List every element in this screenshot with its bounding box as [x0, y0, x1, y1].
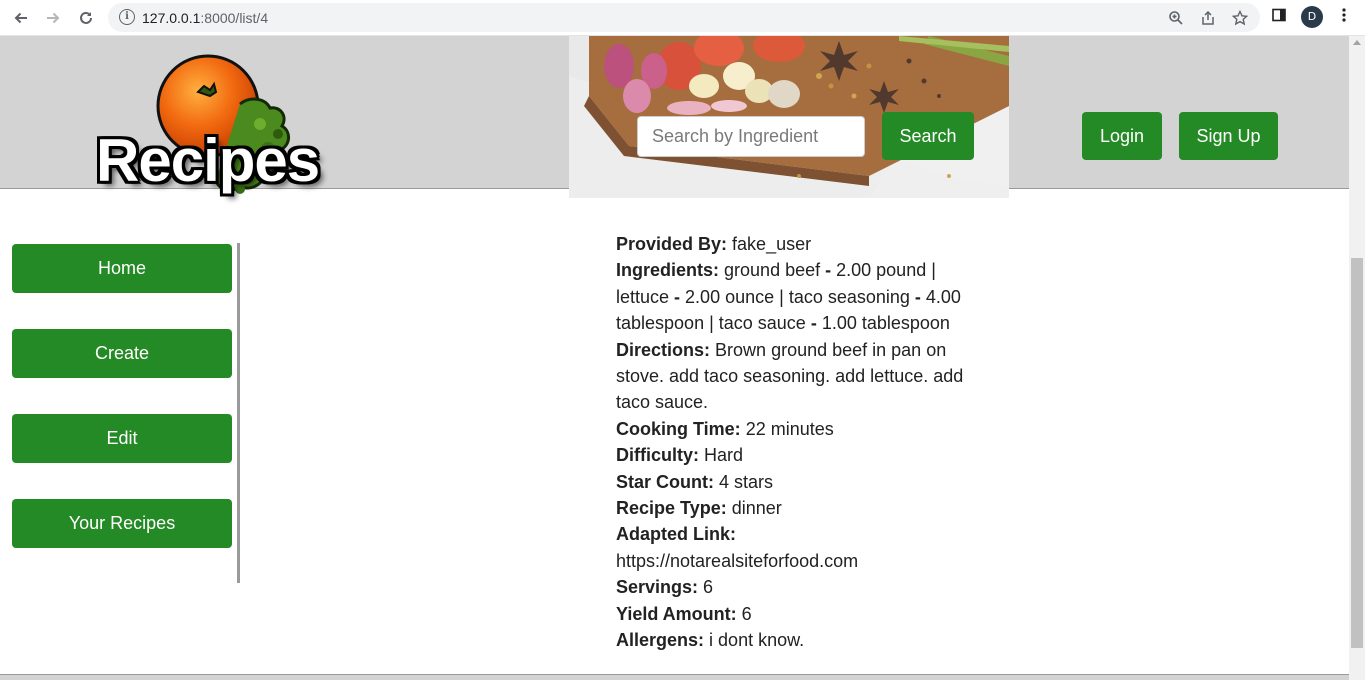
directions-row: Directions: Brown ground beef in pan on …	[616, 337, 966, 416]
difficulty-label: Difficulty:	[616, 445, 699, 466]
star-count-label: Star Count:	[616, 471, 714, 492]
profile-avatar[interactable]: D	[1301, 6, 1323, 28]
sidebar-home-button[interactable]: Home	[12, 244, 232, 293]
login-button[interactable]: Login	[1082, 112, 1162, 160]
side-panel-icon[interactable]	[1270, 6, 1288, 24]
sidebar-edit-button[interactable]: Edit	[12, 414, 232, 463]
difficulty-value: Hard	[704, 445, 744, 466]
star-count-row: Star Count: 4 stars	[616, 469, 966, 495]
sidebar-divider	[237, 243, 240, 583]
sign-up-button[interactable]: Sign Up	[1179, 112, 1278, 160]
ingredient-item: taco sauce - 1.00 tablespoon	[718, 313, 950, 334]
ingredient-search-input[interactable]	[637, 116, 865, 157]
site-logo[interactable]: Recipes	[90, 54, 340, 214]
adapted-link-value: https://notarealsiteforfood.com	[616, 550, 859, 571]
scroll-up-arrow-icon[interactable]	[1353, 40, 1361, 45]
recipe-type-row: Recipe Type: dinner	[616, 495, 966, 521]
adapted-link-row: Adapted Link: https://notarealsiteforfoo…	[616, 521, 966, 574]
allergens-row: Allergens: i dont know.	[616, 627, 966, 653]
kebab-menu-icon[interactable]	[1335, 6, 1353, 24]
cooking-time-label: Cooking Time:	[616, 418, 741, 439]
recipe-details: Provided By: fake_user Ingredients: grou…	[616, 231, 966, 654]
yield-label: Yield Amount:	[616, 603, 737, 624]
bookmark-star-icon[interactable]	[1231, 9, 1249, 27]
cooking-time-value: 22 minutes	[745, 418, 834, 439]
servings-row: Servings: 6	[616, 574, 966, 600]
page-footer-edge	[0, 674, 1349, 680]
yield-value: 6	[741, 603, 752, 624]
reload-icon[interactable]	[74, 6, 98, 30]
zoom-icon[interactable]	[1167, 9, 1185, 27]
sidebar-your-recipes-button[interactable]: Your Recipes	[12, 499, 232, 548]
servings-value: 6	[703, 577, 714, 598]
ingredient-item: ground beef - 2.00 pound	[724, 260, 927, 281]
directions-label: Directions:	[616, 339, 711, 360]
yield-row: Yield Amount: 6	[616, 601, 966, 627]
ingredients-label: Ingredients:	[616, 260, 720, 281]
star-count-value: 4 stars	[719, 471, 774, 492]
logo-text: Recipes	[96, 127, 320, 194]
site-info-icon[interactable]: i	[119, 9, 135, 25]
forward-arrow-icon[interactable]	[41, 6, 65, 30]
sidebar-create-button[interactable]: Create	[12, 329, 232, 378]
address-bar[interactable]: i 127.0.0.1:8000/list/4	[108, 3, 1260, 32]
share-icon[interactable]	[1199, 9, 1217, 27]
browser-toolbar: i 127.0.0.1:8000/list/4 D	[0, 0, 1365, 36]
search-button[interactable]: Search	[882, 112, 974, 160]
scrollbar-thumb[interactable]	[1351, 258, 1363, 648]
url-text: 127.0.0.1:8000/list/4	[142, 10, 269, 26]
provided-by-label: Provided By:	[616, 234, 728, 254]
servings-label: Servings:	[616, 577, 699, 598]
ingredient-item: lettuce - 2.00 ounce	[616, 286, 775, 307]
page-scrollbar[interactable]	[1349, 36, 1365, 680]
page-viewport: Recipes Search by Ingredient Search Logi…	[0, 36, 1349, 680]
allergens-label: Allergens:	[616, 630, 705, 651]
back-arrow-icon[interactable]	[9, 6, 33, 30]
provided-by-value: fake_user	[732, 234, 812, 254]
cooking-time-row: Cooking Time: 22 minutes	[616, 416, 966, 442]
provided-by-row: Provided By: fake_user	[616, 231, 966, 257]
recipe-type-label: Recipe Type:	[616, 498, 727, 519]
adapted-link-label: Adapted Link:	[616, 524, 736, 545]
allergens-value: i dont know.	[709, 630, 805, 651]
recipe-type-value: dinner	[731, 498, 782, 519]
ingredients-row: Ingredients: ground beef - 2.00 pound | …	[616, 260, 961, 334]
difficulty-row: Difficulty: Hard	[616, 442, 966, 468]
